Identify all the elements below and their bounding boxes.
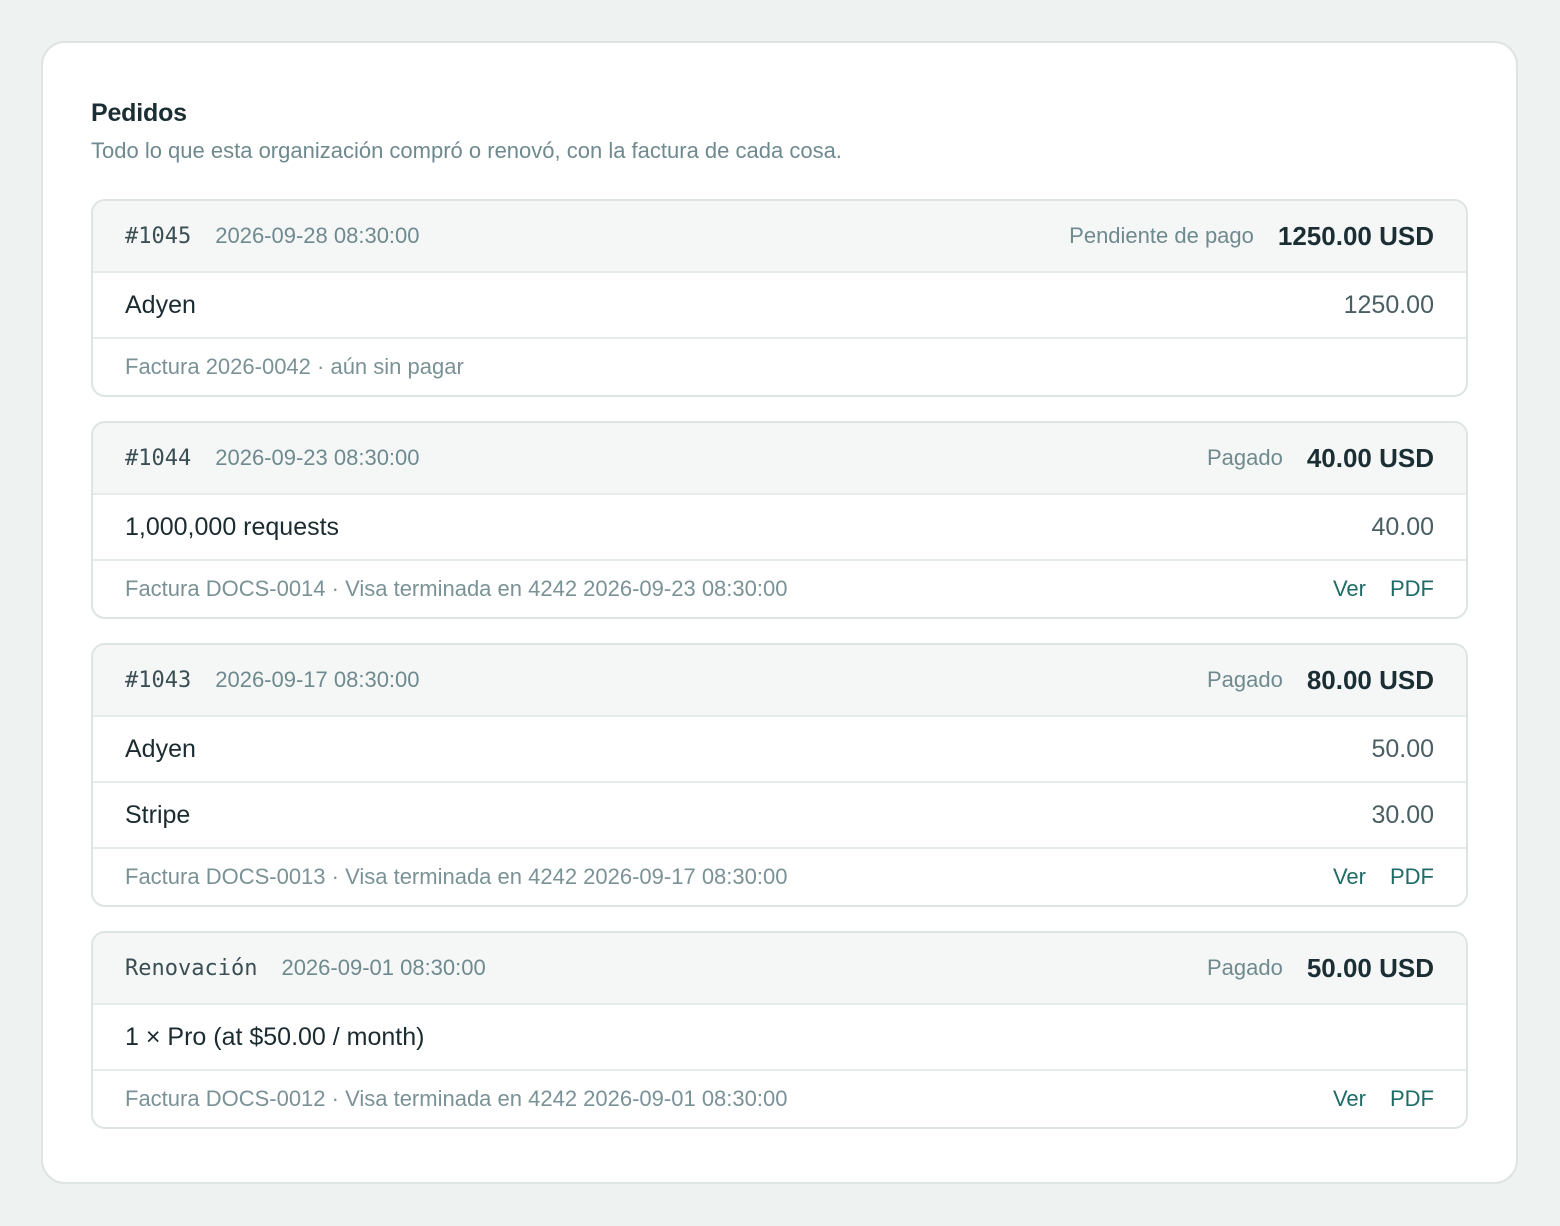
order-total: 50.00 USD <box>1306 952 1434 983</box>
line-item-amount: 40.00 <box>1371 512 1434 541</box>
line-item-name: 1,000,000 requests <box>125 512 340 541</box>
view-invoice-link[interactable]: Ver <box>1333 864 1366 890</box>
order-line-item: Stripe 30.00 <box>93 783 1466 849</box>
order-date: 2026-09-17 08:30:00 <box>215 667 420 692</box>
order-status: Pagado <box>1206 955 1283 980</box>
order-total: 1250.00 USD <box>1277 220 1434 251</box>
order-card: #1044 2026-09-23 08:30:00 Pagado 40.00 U… <box>91 421 1468 619</box>
line-item-amount: 1250.00 <box>1343 290 1434 319</box>
order-header: #1043 2026-09-17 08:30:00 Pagado 80.00 U… <box>93 645 1466 717</box>
order-status: Pendiente de pago <box>1069 223 1254 248</box>
order-card: #1045 2026-09-28 08:30:00 Pendiente de p… <box>91 199 1468 397</box>
invoice-info: Factura DOCS-0013 · Visa terminada en 42… <box>125 864 788 889</box>
order-line-item: Adyen 50.00 <box>93 717 1466 783</box>
invoice-info: Factura 2026-0042 · aún sin pagar <box>125 354 464 379</box>
order-line-item: 1 × Pro (at $50.00 / month) <box>93 1005 1466 1071</box>
line-item-name: Adyen <box>125 734 196 763</box>
invoice-footer: Factura DOCS-0014 · Visa terminada en 42… <box>93 561 1466 617</box>
order-date: 2026-09-01 08:30:00 <box>281 955 486 980</box>
order-id: #1044 <box>125 445 192 471</box>
order-header: #1044 2026-09-23 08:30:00 Pagado 40.00 U… <box>93 423 1466 495</box>
orders-card: Pedidos Todo lo que esta organización co… <box>41 41 1518 1184</box>
orders-list: #1045 2026-09-28 08:30:00 Pendiente de p… <box>91 199 1468 1129</box>
pdf-invoice-link[interactable]: PDF <box>1390 864 1434 890</box>
view-invoice-link[interactable]: Ver <box>1333 576 1366 602</box>
order-id: #1043 <box>125 667 192 693</box>
line-item-name: Stripe <box>125 800 191 829</box>
pdf-invoice-link[interactable]: PDF <box>1390 1086 1434 1112</box>
invoice-footer: Factura 2026-0042 · aún sin pagar <box>93 339 1466 395</box>
pdf-invoice-link[interactable]: PDF <box>1390 576 1434 602</box>
order-date: 2026-09-23 08:30:00 <box>215 445 420 470</box>
invoice-footer: Factura DOCS-0013 · Visa terminada en 42… <box>93 849 1466 905</box>
order-date: 2026-09-28 08:30:00 <box>215 223 420 248</box>
order-id: #1045 <box>125 223 192 249</box>
line-item-amount: 50.00 <box>1371 734 1434 763</box>
order-total: 40.00 USD <box>1306 442 1434 473</box>
line-item-name: 1 × Pro (at $50.00 / month) <box>125 1022 425 1051</box>
view-invoice-link[interactable]: Ver <box>1333 1086 1366 1112</box>
order-card: Renovación 2026-09-01 08:30:00 Pagado 50… <box>91 931 1468 1129</box>
order-status: Pagado <box>1206 667 1283 692</box>
order-card: #1043 2026-09-17 08:30:00 Pagado 80.00 U… <box>91 643 1468 907</box>
invoice-footer: Factura DOCS-0012 · Visa terminada en 42… <box>93 1071 1466 1127</box>
page-subtitle: Todo lo que esta organización compró o r… <box>91 138 842 163</box>
order-total: 80.00 USD <box>1306 664 1434 695</box>
line-item-name: Adyen <box>125 290 196 319</box>
order-header: #1045 2026-09-28 08:30:00 Pendiente de p… <box>93 201 1466 273</box>
order-line-item: Adyen 1250.00 <box>93 273 1466 339</box>
line-item-amount: 30.00 <box>1371 800 1434 829</box>
order-header: Renovación 2026-09-01 08:30:00 Pagado 50… <box>93 933 1466 1005</box>
invoice-info: Factura DOCS-0012 · Visa terminada en 42… <box>125 1086 788 1111</box>
page-title: Pedidos <box>91 99 187 127</box>
order-status: Pagado <box>1206 445 1283 470</box>
order-id: Renovación <box>125 955 258 981</box>
invoice-info: Factura DOCS-0014 · Visa terminada en 42… <box>125 576 788 601</box>
order-line-item: 1,000,000 requests 40.00 <box>93 495 1466 561</box>
